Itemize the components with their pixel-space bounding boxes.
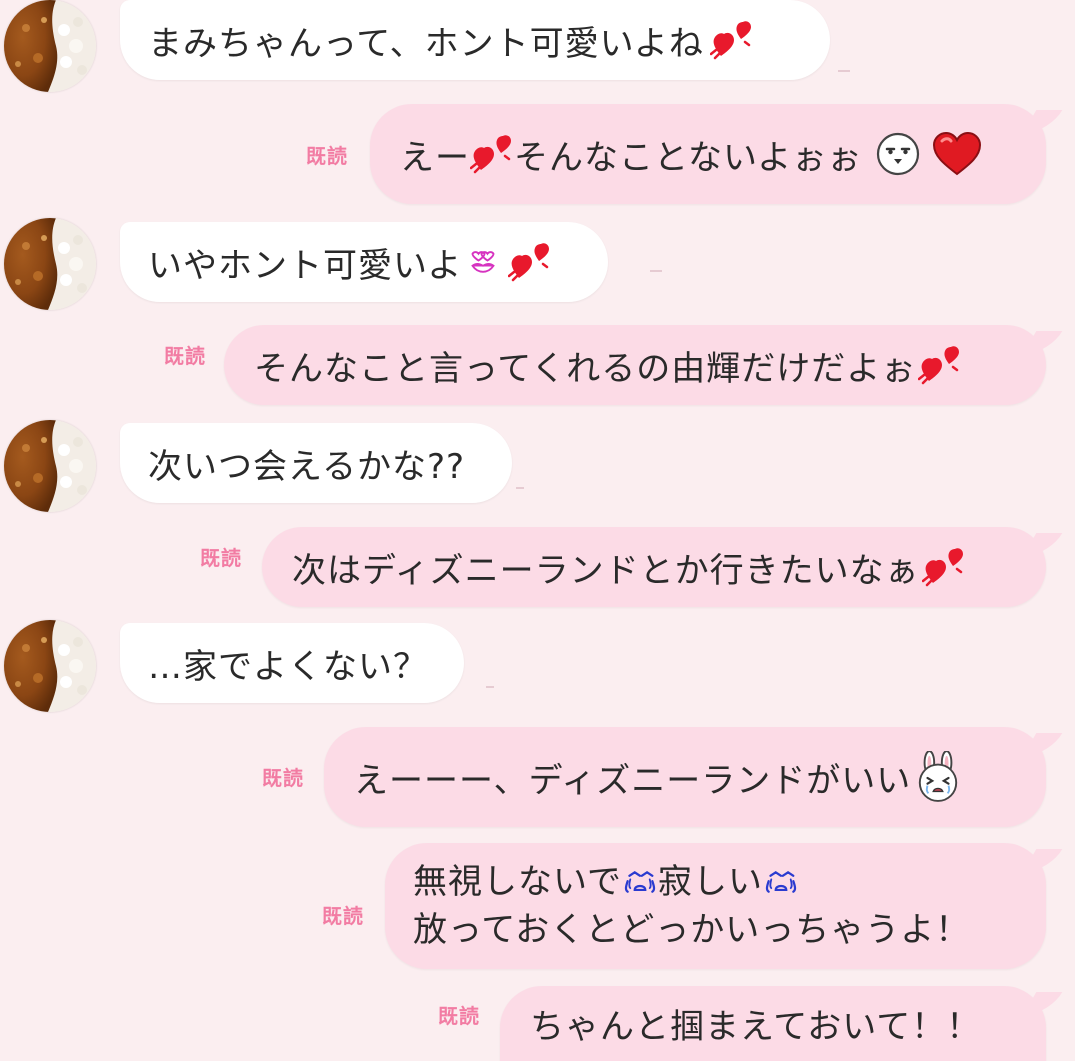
kiss-lips-icon bbox=[468, 249, 498, 275]
crying-face-icon bbox=[622, 867, 658, 897]
message-text: そんなこと言ってくれるの由輝だけだよぉ bbox=[254, 348, 917, 389]
avatar[interactable] bbox=[4, 0, 96, 92]
message-line: 無視しないで 寂しい bbox=[413, 858, 799, 906]
read-receipt: 既読 bbox=[438, 1004, 480, 1028]
speck bbox=[650, 270, 662, 272]
red-heart-icon bbox=[932, 132, 982, 176]
read-receipt: 既読 bbox=[262, 766, 304, 790]
message-text: えーーー、ディズニーランドがいい bbox=[354, 760, 912, 801]
message-bubble-received[interactable]: 次いつ会えるかな?? bbox=[120, 423, 512, 503]
message-text: …家でよくない？ bbox=[148, 646, 428, 687]
message-text: 無視しないで bbox=[413, 862, 622, 902]
heart-pair-icon bbox=[922, 547, 966, 587]
avatar[interactable] bbox=[4, 218, 96, 310]
heart-pair-icon bbox=[470, 134, 514, 174]
message-text: えー bbox=[400, 137, 470, 178]
speck bbox=[516, 487, 524, 489]
crying-face-icon bbox=[763, 867, 799, 897]
message-text: 次いつ会えるかな?? bbox=[148, 446, 466, 487]
avatar[interactable] bbox=[4, 620, 96, 712]
message-bubble-received[interactable]: …家でよくない？ bbox=[120, 623, 464, 703]
message-text: 放っておくとどっかいっちゃうよ！ bbox=[413, 910, 971, 950]
message-bubble-sent[interactable]: 次はディズニーランドとか行きたいなぁ bbox=[262, 527, 1063, 607]
message-bubble-sent[interactable]: ちゃんと掴まえておいて！！ bbox=[500, 986, 1063, 1061]
message-bubble-received[interactable]: いやホント可愛いよ bbox=[120, 222, 608, 302]
read-receipt: 既読 bbox=[200, 546, 242, 570]
message-bubble-received[interactable]: まみちゃんって、ホント可愛いよね bbox=[120, 0, 830, 80]
message-bubble-sent[interactable]: えー そんなことないよぉぉ bbox=[370, 104, 1063, 204]
message-bubble-sent[interactable]: そんなこと言ってくれるの由輝だけだよぉ bbox=[224, 325, 1063, 405]
heart-pair-icon bbox=[710, 20, 754, 60]
speck bbox=[838, 70, 850, 72]
read-receipt: 既読 bbox=[322, 904, 364, 928]
avatar[interactable] bbox=[4, 420, 96, 512]
message-text: 次はディズニーランドとか行きたいなぁ bbox=[292, 550, 920, 591]
chat-area[interactable]: まみちゃんって、ホント可愛いよね 既読 えー そんなことないよぉぉ いやホント可… bbox=[0, 0, 1075, 1061]
heart-pair-icon bbox=[508, 242, 552, 282]
crying-bunny-icon bbox=[915, 751, 961, 803]
message-text: 寂しい bbox=[657, 862, 763, 902]
message-text: いやホント可愛いよ bbox=[148, 245, 463, 286]
face-icon bbox=[876, 132, 920, 176]
heart-pair-icon bbox=[918, 345, 962, 385]
speck bbox=[486, 686, 494, 688]
message-text: ちゃんと掴まえておいて！！ bbox=[530, 1007, 982, 1047]
read-receipt: 既読 bbox=[164, 344, 206, 368]
message-bubble-sent[interactable]: 無視しないで 寂しい 放っておくとどっかいっちゃうよ！ bbox=[385, 843, 1063, 969]
message-text-continued: そんなことないよぉぉ bbox=[514, 137, 863, 178]
message-text: まみちゃんって、ホント可愛いよね bbox=[148, 23, 704, 64]
read-receipt: 既読 bbox=[306, 144, 348, 168]
message-bubble-sent[interactable]: えーーー、ディズニーランドがいい bbox=[324, 727, 1063, 827]
